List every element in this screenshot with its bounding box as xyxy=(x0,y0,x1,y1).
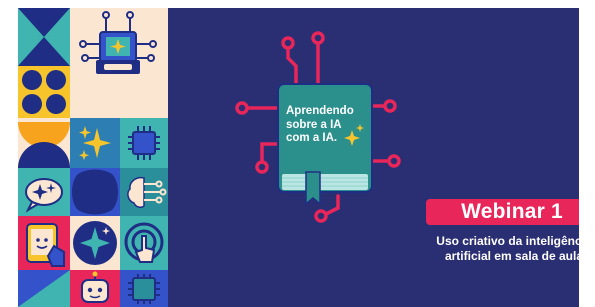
semicircle-icon xyxy=(18,118,70,168)
video-frame: Aprendendo sobre a IA com a IA. Webinar … xyxy=(0,0,595,307)
webinar-title: Webinar 1 xyxy=(461,200,563,223)
webinar-subtitle: Uso criativo da inteligência artificial … xyxy=(416,234,579,264)
webinar-badge: Webinar 1 xyxy=(426,199,579,225)
sparkle-icon xyxy=(70,118,120,168)
book-title-line: Aprendendo xyxy=(286,105,354,117)
triangle-icon xyxy=(18,270,70,307)
four-dots-icon xyxy=(18,66,70,118)
blob-shape-icon xyxy=(70,168,120,216)
book-title-line: sobre a IA xyxy=(286,118,342,131)
chat-sparkle-icon xyxy=(18,168,70,216)
subtitle-line: artificial em sala de aula xyxy=(444,249,579,263)
illustration-mosaic xyxy=(18,8,168,307)
chip-icon xyxy=(120,270,168,307)
book-title: Aprendendo sobre a IA com a IA. xyxy=(286,105,376,146)
brain-circuit-icon xyxy=(120,168,168,216)
circuit-ai-image-icon xyxy=(70,8,168,86)
robot-icon xyxy=(70,270,120,307)
tablet-hand-icon xyxy=(18,216,70,270)
touch-icon xyxy=(120,216,168,270)
hourglass-shape-icon xyxy=(18,8,70,66)
book-title-line: com a IA. xyxy=(286,132,338,144)
subtitle-line: Uso criativo da inteligência xyxy=(436,234,579,248)
webinar-slide: Aprendendo sobre a IA com a IA. Webinar … xyxy=(18,8,579,307)
chip-icon xyxy=(120,118,168,168)
star-badge-icon xyxy=(70,216,120,270)
